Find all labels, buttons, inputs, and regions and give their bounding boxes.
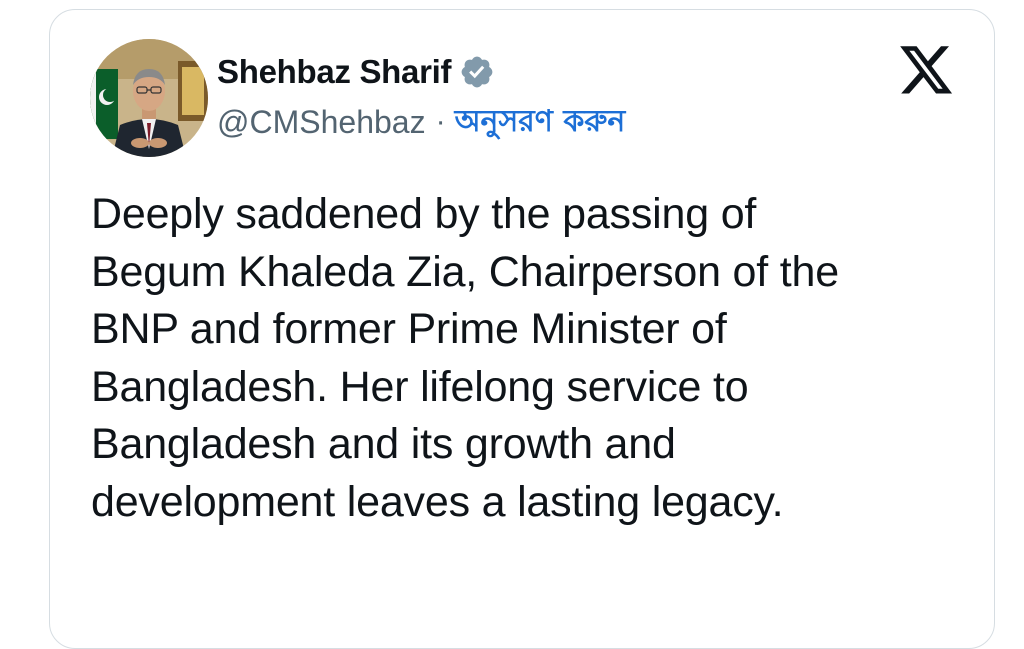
tweet-card[interactable]: Shehbaz Sharif @CMShehbaz · অনুসরণ করুন … <box>49 9 995 649</box>
x-logo-icon[interactable] <box>900 46 954 96</box>
verified-badge-icon <box>461 56 493 88</box>
author-avatar[interactable] <box>90 39 208 157</box>
tweet-text-line: Bangladesh and its growth and <box>91 420 676 468</box>
avatar-photo <box>90 39 208 157</box>
author-name-row: Shehbaz Sharif <box>217 52 495 92</box>
tweet-text: Deeply saddened by the passing of Begum … <box>91 186 971 531</box>
tweet-text-line: Bangladesh. Her lifelong service to <box>91 362 749 411</box>
tweet-text-line: development leaves a lasting legacy. <box>91 477 784 526</box>
tweet-text-line: BNP and former Prime Minister of <box>91 305 727 353</box>
follow-link[interactable]: অনুসরণ করুন <box>455 97 626 148</box>
tweet-text-line: Begum Khaleda Zia, Chairperson of the <box>91 247 839 296</box>
author-handle[interactable]: @CMShehbaz <box>217 104 426 141</box>
author-handle-row: @CMShehbaz · অনুসরণ করুন <box>217 102 625 142</box>
tweet-text-line: Deeply saddened by the passing of <box>91 190 757 238</box>
author-name[interactable]: Shehbaz Sharif <box>217 53 451 91</box>
separator-dot: · <box>435 105 446 138</box>
